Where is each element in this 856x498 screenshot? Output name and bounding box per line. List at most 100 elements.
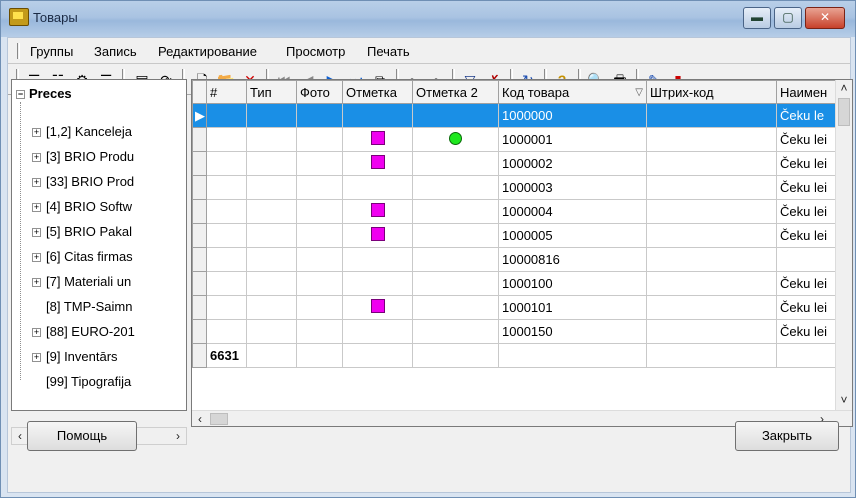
cell-name[interactable]: Čeku le — [776, 103, 837, 128]
cell-type[interactable] — [246, 199, 297, 224]
row-indicator[interactable] — [192, 295, 207, 320]
cell-type[interactable] — [246, 247, 297, 272]
table-row[interactable]: 1000150 Čeku lei — [192, 319, 837, 344]
cell-barcode[interactable] — [646, 199, 777, 224]
expand-icon[interactable]: + — [32, 253, 41, 262]
row-indicator[interactable] — [192, 151, 207, 176]
cell-barcode[interactable] — [646, 295, 777, 320]
tree-item[interactable]: + [4] BRIO Softw — [32, 199, 132, 214]
cell-barcode[interactable] — [646, 319, 777, 344]
tree-item[interactable]: + [6] Citas firmas — [32, 249, 133, 264]
column-header-number[interactable]: # — [206, 80, 247, 104]
cell-name[interactable]: Čeku lei — [776, 319, 837, 344]
cell-mark[interactable] — [342, 103, 413, 128]
cell-mark[interactable] — [342, 175, 413, 200]
cell-mark2[interactable] — [412, 247, 499, 272]
cell-type[interactable] — [246, 127, 297, 152]
grid-vertical-scrollbar[interactable]: ˄ ˅ — [835, 80, 852, 410]
tree-item[interactable]: [99] Tipografija — [46, 374, 131, 389]
cell-number[interactable] — [206, 103, 247, 128]
column-header-mark[interactable]: Отметка — [342, 80, 413, 104]
cell-mark2[interactable] — [412, 199, 499, 224]
tree-item[interactable]: + [9] Inventārs — [32, 349, 118, 364]
column-header-photo[interactable]: Фото — [296, 80, 343, 104]
cell-number[interactable] — [206, 271, 247, 296]
table-row[interactable]: 1000100 Čeku lei — [192, 271, 837, 296]
cell-mark2[interactable] — [412, 127, 499, 152]
table-row[interactable]: 1000003 Čeku lei — [192, 175, 837, 200]
row-indicator[interactable] — [192, 175, 207, 200]
close-window-button[interactable]: ✕ — [805, 7, 845, 29]
scroll-left-icon[interactable]: ‹ — [192, 411, 208, 426]
cell-code[interactable]: 1000150 — [498, 319, 647, 344]
cell-mark2[interactable] — [412, 103, 499, 128]
cell-number[interactable] — [206, 175, 247, 200]
table-row[interactable]: 1000005 Čeku lei — [192, 223, 837, 248]
cell-mark[interactable] — [342, 151, 413, 176]
table-row[interactable]: 10000816 — [192, 247, 837, 272]
row-indicator[interactable] — [192, 127, 207, 152]
cell-number[interactable] — [206, 295, 247, 320]
scroll-down-icon[interactable]: ˅ — [836, 392, 852, 408]
cell-name[interactable]: Čeku lei — [776, 295, 837, 320]
scroll-right-icon[interactable]: › — [170, 428, 186, 444]
cell-barcode[interactable] — [646, 127, 777, 152]
tree-item[interactable]: [8] TMP-Saimn — [46, 299, 132, 314]
cell-type[interactable] — [246, 271, 297, 296]
table-row[interactable]: 1000004 Čeku lei — [192, 199, 837, 224]
tree-item[interactable]: + [7] Materiali un — [32, 274, 131, 289]
cell-mark[interactable] — [342, 247, 413, 272]
cell-mark2[interactable] — [412, 151, 499, 176]
tree-item[interactable]: + [3] BRIO Produ — [32, 149, 134, 164]
cell-photo[interactable] — [296, 295, 343, 320]
cell-number[interactable] — [206, 247, 247, 272]
cell-mark[interactable] — [342, 223, 413, 248]
cell-mark[interactable] — [342, 295, 413, 320]
menu-groups[interactable]: Группы — [30, 44, 73, 59]
expand-icon[interactable]: + — [32, 128, 41, 137]
column-header-type[interactable]: Тип — [246, 80, 297, 104]
expand-icon[interactable]: + — [32, 203, 41, 212]
cell-barcode[interactable] — [646, 271, 777, 296]
expand-icon[interactable]: + — [32, 278, 41, 287]
tree-item[interactable]: + [5] BRIO Pakal — [32, 224, 132, 239]
expand-icon[interactable]: + — [32, 178, 41, 187]
cell-name[interactable] — [776, 247, 837, 272]
cell-number[interactable] — [206, 223, 247, 248]
cell-barcode[interactable] — [646, 151, 777, 176]
row-indicator[interactable]: ▶ — [192, 103, 207, 128]
cell-name[interactable]: Čeku lei — [776, 271, 837, 296]
cell-mark2[interactable] — [412, 319, 499, 344]
cell-mark[interactable] — [342, 319, 413, 344]
cell-photo[interactable] — [296, 223, 343, 248]
cell-photo[interactable] — [296, 103, 343, 128]
cell-code[interactable]: 10000816 — [498, 247, 647, 272]
close-button[interactable]: Закрыть — [735, 421, 839, 451]
cell-mark2[interactable] — [412, 223, 499, 248]
row-indicator[interactable] — [192, 247, 207, 272]
cell-code[interactable]: 1000005 — [498, 223, 647, 248]
cell-name[interactable]: Čeku lei — [776, 199, 837, 224]
table-row[interactable]: 1000001 Čeku lei — [192, 127, 837, 152]
table-row[interactable]: 1000101 Čeku lei — [192, 295, 837, 320]
cell-barcode[interactable] — [646, 223, 777, 248]
cell-barcode[interactable] — [646, 247, 777, 272]
tree-item[interactable]: + [33] BRIO Prod — [32, 174, 134, 189]
tree-root-preces[interactable]: − Preces — [16, 86, 72, 101]
row-indicator[interactable] — [192, 271, 207, 296]
title-bar[interactable]: Товары ▬ ▢ ✕ — [1, 1, 855, 37]
cell-code[interactable]: 1000000 — [498, 103, 647, 128]
tree-item[interactable]: + [88] EURO-201 — [32, 324, 135, 339]
cell-name[interactable]: Čeku lei — [776, 175, 837, 200]
expand-icon[interactable]: + — [32, 328, 41, 337]
cell-mark2[interactable] — [412, 175, 499, 200]
cell-name[interactable]: Čeku lei — [776, 223, 837, 248]
menu-print[interactable]: Печать — [367, 44, 410, 59]
cell-type[interactable] — [246, 319, 297, 344]
cell-type[interactable] — [246, 151, 297, 176]
minimize-button[interactable]: ▬ — [743, 7, 771, 29]
cell-code[interactable]: 1000004 — [498, 199, 647, 224]
cell-code[interactable]: 1000002 — [498, 151, 647, 176]
scrollbar-thumb[interactable] — [838, 98, 850, 126]
cell-barcode[interactable] — [646, 103, 777, 128]
